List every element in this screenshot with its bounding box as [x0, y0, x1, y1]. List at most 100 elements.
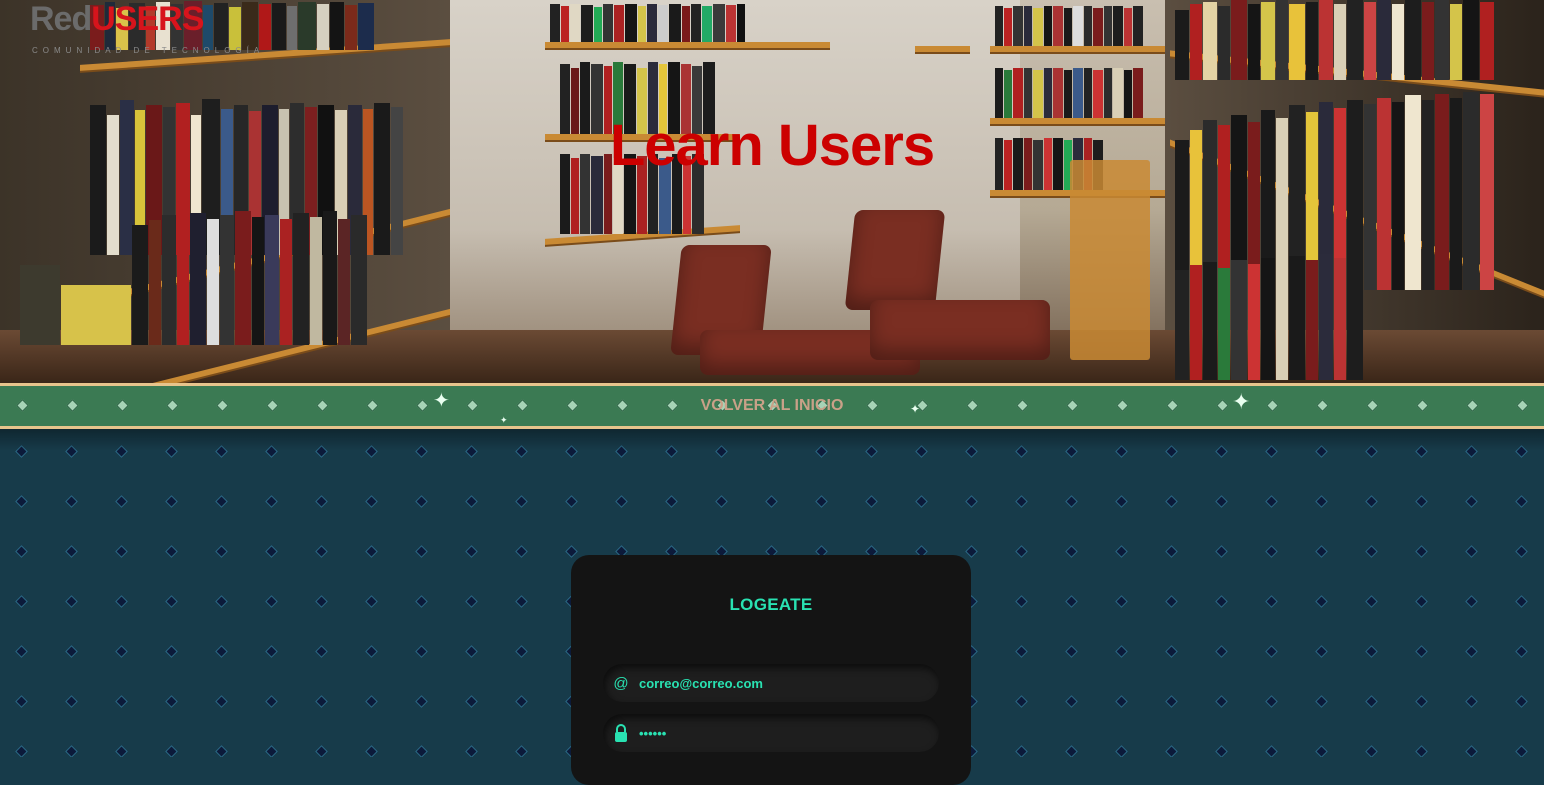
pattern-diamond — [1215, 595, 1228, 608]
pattern-diamond — [15, 545, 28, 558]
pattern-diamond — [1215, 545, 1228, 558]
pattern-diamond — [1115, 695, 1128, 708]
pattern-diamond — [1515, 645, 1528, 658]
password-input[interactable] — [639, 725, 919, 741]
pattern-diamond — [315, 645, 328, 658]
pattern-diamond — [1515, 595, 1528, 608]
pattern-diamond — [115, 695, 128, 708]
pattern-diamond — [365, 745, 378, 757]
sparkle-icon: ✦ — [1232, 389, 1251, 414]
pattern-diamond — [415, 495, 428, 508]
pattern-diamond — [265, 695, 278, 708]
pattern-diamond — [715, 495, 728, 508]
pattern-diamond — [1215, 695, 1228, 708]
pattern-diamond — [1115, 545, 1128, 558]
pattern-diamond — [415, 745, 428, 757]
pattern-diamond — [515, 595, 528, 608]
pattern-diamond — [515, 695, 528, 708]
pattern-diamond — [215, 745, 228, 757]
pattern-diamond — [15, 695, 28, 708]
pattern-diamond — [1415, 595, 1428, 608]
pattern-diamond — [1065, 495, 1078, 508]
pattern-diamond — [265, 545, 278, 558]
pattern-diamond — [15, 495, 28, 508]
pattern-diamond — [1265, 695, 1278, 708]
pattern-diamond — [1115, 595, 1128, 608]
pattern-diamond — [965, 545, 978, 558]
pattern-diamond — [515, 495, 528, 508]
pattern-diamond — [65, 495, 78, 508]
pattern-diamond — [1015, 495, 1028, 508]
pattern-diamond — [265, 645, 278, 658]
email-input[interactable] — [639, 675, 919, 691]
pattern-diamond — [115, 495, 128, 508]
pattern-diamond — [165, 595, 178, 608]
pattern-diamond — [815, 495, 828, 508]
pattern-diamond — [1315, 695, 1328, 708]
pattern-diamond — [765, 495, 778, 508]
password-field[interactable] — [603, 714, 939, 752]
section-shadow — [0, 429, 1544, 451]
pattern-diamond — [365, 545, 378, 558]
pattern-diamond — [1365, 595, 1378, 608]
pattern-diamond — [65, 745, 78, 757]
pattern-diamond — [365, 695, 378, 708]
hero-title: Learn Users — [609, 113, 935, 178]
pattern-diamond — [515, 645, 528, 658]
pattern-diamond — [1115, 645, 1128, 658]
pattern-diamond — [315, 695, 328, 708]
pattern-diamond — [1165, 595, 1178, 608]
pattern-diamond — [1165, 645, 1178, 658]
pattern-diamond — [965, 495, 978, 508]
pattern-diamond — [365, 645, 378, 658]
email-field[interactable]: @ — [603, 664, 939, 702]
pattern-diamond — [215, 545, 228, 558]
pattern-diamond — [265, 745, 278, 757]
pattern-diamond — [865, 495, 878, 508]
pattern-diamond — [1515, 495, 1528, 508]
pattern-diamond — [265, 595, 278, 608]
pattern-diamond — [465, 545, 478, 558]
pattern-diamond — [465, 695, 478, 708]
pattern-diamond — [415, 595, 428, 608]
books-row — [1175, 0, 1495, 80]
sparkle-icon: ✦ — [500, 415, 508, 425]
pattern-diamond — [1465, 495, 1478, 508]
pattern-diamond — [565, 495, 578, 508]
pattern-diamond — [315, 495, 328, 508]
pattern-diamond — [1465, 745, 1478, 757]
pattern-diamond — [215, 695, 228, 708]
pattern-diamond — [615, 495, 628, 508]
pattern-diamond — [1315, 645, 1328, 658]
pattern-diamond — [215, 595, 228, 608]
books-row — [550, 2, 746, 42]
pattern-diamond — [1065, 595, 1078, 608]
pattern-diamond — [1265, 545, 1278, 558]
pattern-diamond — [215, 645, 228, 658]
pattern-diamond — [1365, 645, 1378, 658]
pattern-diamond — [1415, 645, 1428, 658]
pattern-diamond — [1365, 745, 1378, 757]
pattern-diamond — [1415, 495, 1428, 508]
pattern-diamond — [1065, 745, 1078, 757]
pattern-diamond — [565, 545, 578, 558]
brand-logo[interactable]: RedUSERS COMUNIDAD DE TECNOLOGÍA — [30, 2, 259, 55]
pattern-diamond — [1365, 695, 1378, 708]
pattern-diamond — [65, 595, 78, 608]
wooden-cart — [1070, 160, 1150, 360]
pattern-diamond — [1265, 495, 1278, 508]
nav-band: VOLVER AL INICIO ✦ ✦ ✦ ✦ — [0, 383, 1544, 429]
pattern-diamond — [1215, 495, 1228, 508]
pattern-diamond — [1465, 595, 1478, 608]
back-home-link[interactable]: VOLVER AL INICIO — [0, 397, 1544, 415]
pattern-diamond — [115, 745, 128, 757]
pattern-diamond — [1215, 745, 1228, 757]
pattern-diamond — [1015, 645, 1028, 658]
books-row — [995, 66, 1144, 118]
pattern-diamond — [165, 495, 178, 508]
logo-subtitle: COMUNIDAD DE TECNOLOGÍA — [32, 46, 265, 55]
pattern-diamond — [365, 495, 378, 508]
pattern-diamond — [515, 745, 528, 757]
pattern-diamond — [1065, 645, 1078, 658]
pattern-diamond — [915, 495, 928, 508]
